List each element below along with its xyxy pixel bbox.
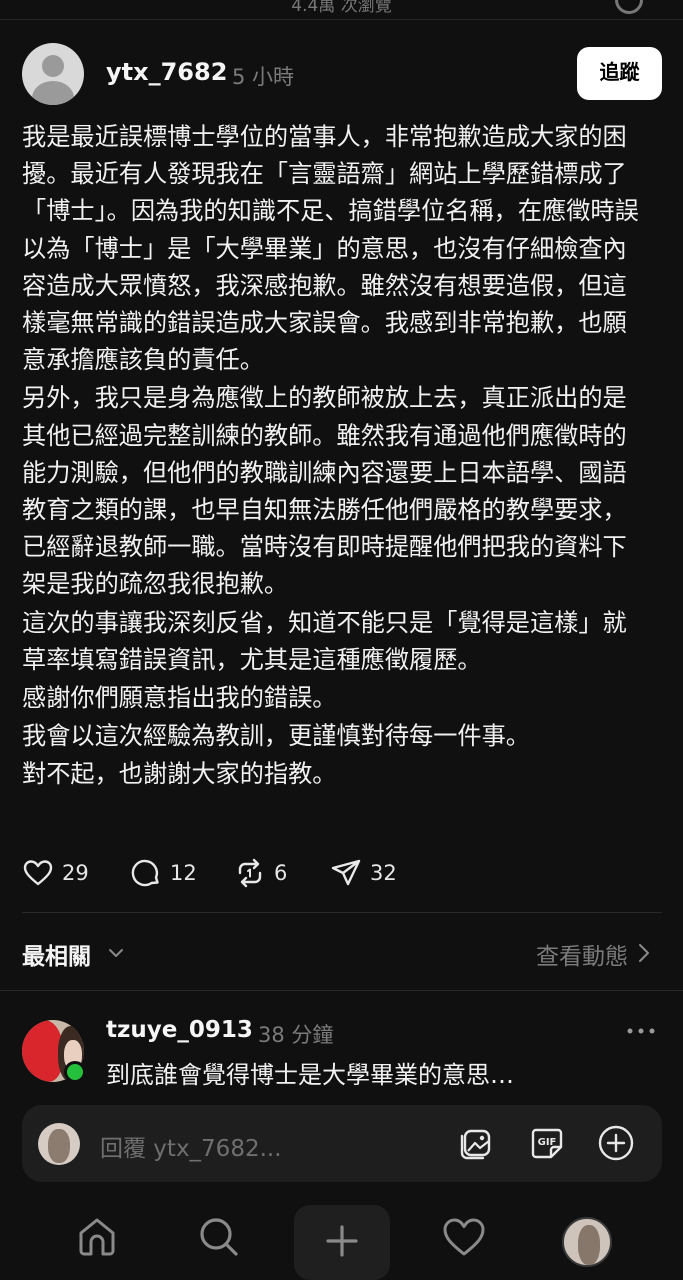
view-activity-link[interactable]: 查看動態 [536,937,628,971]
post-text: 我是最近誤標博士學位的當事人，非常抱歉造成大家的困擾。最近有人發現我在「言靈語齋… [22,119,650,795]
plus-icon [326,1225,358,1257]
comment-bubble-icon [131,859,159,887]
post-paragraph: 我會以這次經驗為教訓，更謹慎對待每一件事。 [22,722,530,751]
follow-button[interactable]: 追蹤 [577,47,662,100]
bottom-tab-bar [0,1195,683,1280]
top-bar: 4.4萬 次瀏覽 [0,0,683,20]
comment-count: 12 [170,861,197,885]
reply-input[interactable]: 回覆 ytx_7682... [100,1129,282,1163]
author-avatar[interactable] [22,43,84,105]
my-avatar [38,1123,80,1165]
share-count: 32 [370,861,397,885]
search-icon[interactable] [195,1213,243,1261]
repost-icon [238,858,262,888]
reply-text: 到底誰會覺得博士是大學畢業的意思… [106,1061,514,1089]
more-options-icon[interactable] [625,1019,657,1043]
replies-header: 最相關 查看動態 [22,935,662,971]
add-circle-icon[interactable] [596,1123,636,1163]
heart-icon [23,860,53,886]
reply-composer[interactable]: 回覆 ytx_7682... GIF [22,1105,662,1182]
profile-avatar[interactable] [562,1217,612,1267]
post-paragraph: 這次的事讓我深刻反省，知道不能只是「覺得是這樣」就草率填寫錯誤資訊，尤其是這種應… [22,608,627,674]
comment-button[interactable]: 12 [130,855,197,891]
views-count: 4.4萬 次瀏覽 [291,0,392,16]
post-timestamp: 5 小時 [232,65,295,89]
send-icon [331,859,361,886]
divider [0,990,683,991]
post-paragraph: 另外，我只是身為應徵上的教師被放上去，真正派出的是其他已經過完整訓練的教師。雖然… [22,384,627,599]
like-button[interactable]: 29 [22,855,89,891]
online-status-indicator [64,1061,86,1083]
gif-icon[interactable]: GIF [527,1123,567,1163]
heart-icon[interactable] [440,1213,488,1261]
chevron-down-icon[interactable] [106,943,126,963]
new-thread-button[interactable] [294,1205,390,1280]
svg-text:GIF: GIF [538,1137,557,1148]
home-icon[interactable] [73,1213,121,1261]
repost-button[interactable]: 6 [234,855,287,891]
share-button[interactable]: 32 [330,855,397,891]
reply-timestamp: 38 分鐘 [258,1023,334,1047]
post-actions: 29 12 6 32 [22,855,442,891]
post-paragraph: 感謝你們願意指出我的錯誤。 [22,684,337,713]
reply-username[interactable]: tzuye_0913 [106,1017,253,1043]
chevron-right-icon[interactable] [636,942,652,964]
post-paragraph: 我是最近誤標博士學位的當事人，非常抱歉造成大家的困擾。最近有人發現我在「言靈語齋… [22,123,639,375]
like-count: 29 [62,861,89,885]
post-paragraph: 對不起，也謝謝大家的指教。 [22,760,337,789]
image-gallery-icon[interactable] [456,1123,496,1163]
author-username[interactable]: ytx_7682 [106,58,227,86]
sort-dropdown[interactable]: 最相關 [22,937,91,971]
repost-count: 6 [274,861,288,885]
divider [22,912,662,913]
